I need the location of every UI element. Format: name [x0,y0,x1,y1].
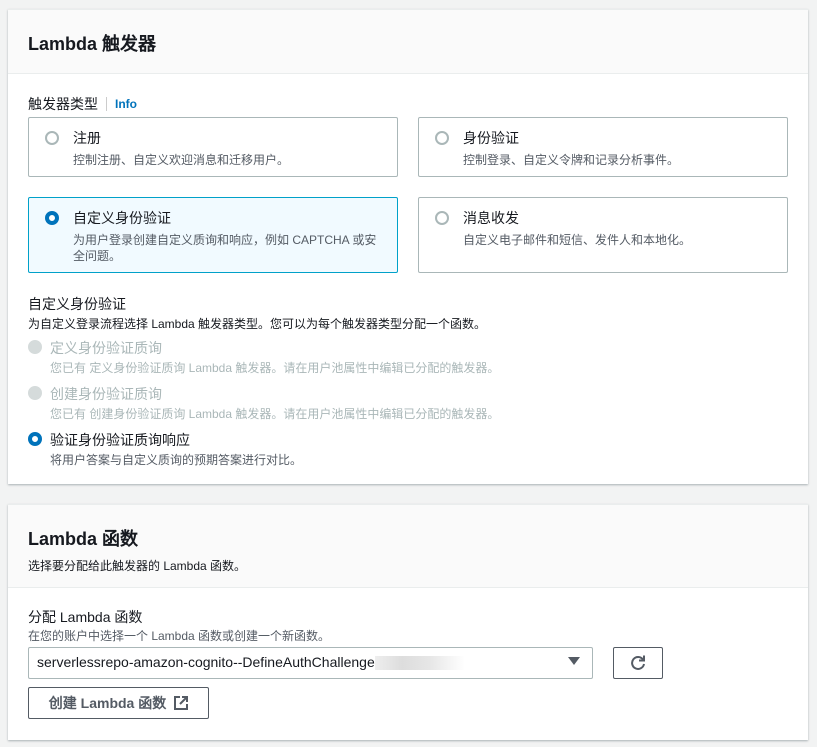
trigger-tile-authentication[interactable]: 身份验证 控制登录、自定义令牌和记录分析事件。 [418,117,788,177]
assign-desc: 在您的账户中选择一个 Lambda 函数或创建一个新函数。 [28,629,331,643]
option-define-auth-challenge[interactable]: 定义身份验证质询 您已有 定义身份验证质询 Lambda 触发器。请在用户池属性… [28,338,499,376]
lambda-function-panel: Lambda 函数 选择要分配给此触发器的 Lambda 函数。 分配 Lamb… [8,504,808,740]
trigger-type-label-row: 触发器类型 Info [28,94,137,114]
redacted-suffix [374,656,465,671]
option-title: 创建身份验证质询 [50,386,162,402]
radio-disabled-icon [28,386,42,400]
option-create-auth-challenge[interactable]: 创建身份验证质询 您已有 创建身份验证质询 Lambda 触发器。请在用户池属性… [28,384,499,422]
assign-field-label: 分配 Lambda 函数 在您的账户中选择一个 Lambda 函数或创建一个新函… [28,607,330,644]
radio-icon[interactable] [45,131,59,145]
option-verify-auth-challenge[interactable]: 验证身份验证质询响应 将用户答案与自定义质询的预期答案进行对比。 [28,430,302,468]
refresh-button[interactable] [613,647,663,679]
tile-desc: 自定义电子邮件和短信、发件人和本地化。 [463,233,692,247]
panel-header: Lambda 函数 选择要分配给此触发器的 Lambda 函数。 [8,505,808,588]
option-desc: 您已有 创建身份验证质询 Lambda 触发器。请在用户池属性中编辑已分配的触发… [50,407,500,421]
selected-function: serverlessrepo-amazon-cognito--DefineAut… [37,654,375,670]
panel-title: Lambda 触发器 [28,34,157,54]
radio-selected-icon[interactable] [45,211,59,225]
lambda-function-select[interactable]: serverlessrepo-amazon-cognito--DefineAut… [28,647,593,679]
tile-desc: 控制登录、自定义令牌和记录分析事件。 [463,153,680,167]
radio-icon[interactable] [435,211,449,225]
tile-desc: 为用户登录创建自定义质询和响应，例如 CAPTCHA 或安全问题。 [73,233,377,263]
option-desc: 将用户答案与自定义质询的预期答案进行对比。 [50,453,303,467]
caret-down-icon [568,657,580,665]
trigger-tile-custom-auth[interactable]: 自定义身份验证 为用户登录创建自定义质询和响应，例如 CAPTCHA 或安全问题… [28,197,398,273]
create-lambda-function-button[interactable]: 创建 Lambda 函数 [28,687,209,719]
tile-title: 身份验证 [463,130,519,146]
lambda-triggers-panel: Lambda 触发器 触发器类型 Info 注册 控制注册、自定义欢迎消息和迁移… [8,9,808,484]
tile-title: 注册 [73,130,101,146]
custom-auth-section: 自定义身份验证 为自定义登录流程选择 Lambda 触发器类型。您可以为每个触发… [28,294,486,332]
trigger-tile-signup[interactable]: 注册 控制注册、自定义欢迎消息和迁移用户。 [28,117,398,177]
option-desc: 您已有 定义身份验证质询 Lambda 触发器。请在用户池属性中编辑已分配的触发… [50,361,500,375]
trigger-tile-messaging[interactable]: 消息收发 自定义电子邮件和短信、发件人和本地化。 [418,197,788,273]
section-title: 自定义身份验证 [28,296,126,312]
tile-desc: 控制注册、自定义欢迎消息和迁移用户。 [73,153,290,167]
create-button-label: 创建 Lambda 函数 [48,695,167,711]
section-desc: 为自定义登录流程选择 Lambda 触发器类型。您可以为每个触发器类型分配一个函… [28,317,487,331]
trigger-type-label: 触发器类型 [28,96,98,112]
panel-header: Lambda 触发器 [8,10,808,74]
assign-label: 分配 Lambda 函数 [28,609,143,625]
external-link-icon [174,696,189,710]
radio-selected-icon[interactable] [28,432,42,446]
option-title: 定义身份验证质询 [50,340,162,356]
option-title: 验证身份验证质询响应 [50,432,190,448]
panel-desc: 选择要分配给此触发器的 Lambda 函数。 [28,559,247,573]
panel-title: Lambda 函数 [28,529,139,549]
refresh-icon [631,655,645,670]
tile-title: 消息收发 [463,210,519,226]
radio-icon[interactable] [435,131,449,145]
info-link[interactable]: Info [106,97,137,111]
radio-disabled-icon [28,340,42,354]
tile-title: 自定义身份验证 [73,210,171,226]
